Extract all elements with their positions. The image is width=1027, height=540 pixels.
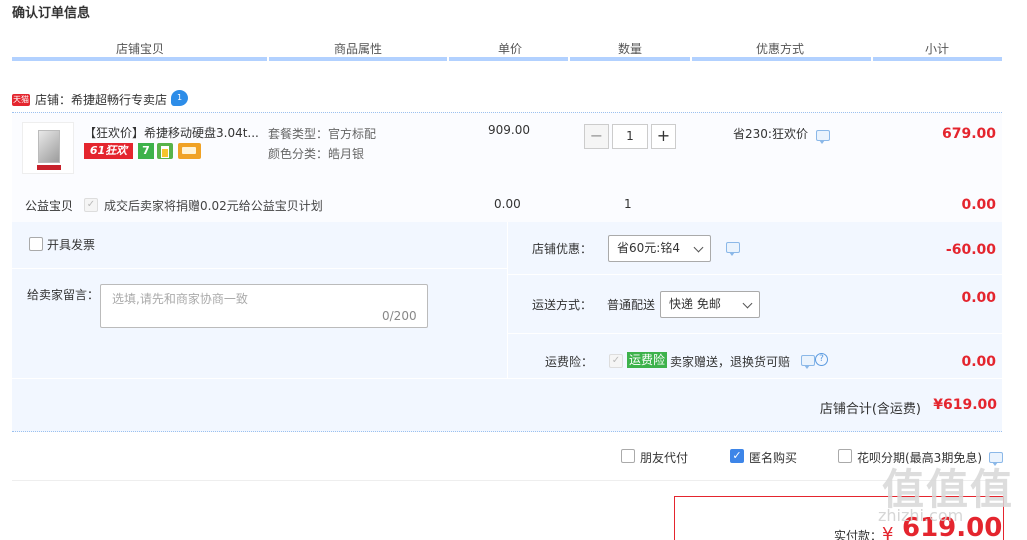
invoice-label[interactable]: 开具发票 — [47, 236, 95, 253]
promo-61-badge: 61狂欢 — [84, 143, 133, 159]
item-top-divider — [12, 112, 1002, 113]
huabei-installment-checkbox[interactable] — [838, 449, 852, 463]
insurance-amount: 0.00 — [961, 354, 996, 370]
insurance-text: 卖家赠送，退换货可赔 — [670, 355, 791, 369]
guarantee-badge-icon — [157, 143, 173, 159]
product-package-attr: 套餐类型：官方标配 — [268, 127, 377, 141]
friend-pay-label[interactable]: 朋友代付 — [640, 449, 688, 466]
options-divider — [508, 333, 1002, 334]
quantity-plus-button[interactable]: + — [651, 124, 676, 149]
insurance-tag: 运费险 — [627, 352, 668, 368]
shop-discount-label: 店铺优惠： — [532, 242, 593, 256]
shop-name-link[interactable]: 店铺：希捷超畅行专卖店 — [35, 91, 167, 108]
options-vertical-divider — [507, 222, 508, 378]
insurance-checkbox: ✓ — [609, 354, 623, 368]
bottom-divider — [12, 480, 1002, 481]
comment-icon[interactable] — [726, 242, 740, 256]
unit-price: 909.00 — [488, 123, 530, 137]
options-divider — [12, 268, 507, 269]
invoice-checkbox[interactable] — [29, 237, 43, 251]
charity-qty: 1 — [624, 197, 632, 211]
wangwang-chat-icon[interactable]: 1 — [171, 90, 188, 106]
comment-icon[interactable] — [801, 355, 815, 369]
quantity-minus-button[interactable]: − — [584, 124, 609, 149]
watermark-url: zhizhi.com — [878, 506, 964, 525]
product-title-link[interactable]: 【狂欢价】希捷移动硬盘3.04t... — [84, 124, 262, 141]
item-subtotal: 679.00 — [941, 126, 996, 142]
total-divider — [12, 431, 1002, 432]
shipping-amount: 0.00 — [961, 290, 996, 306]
shop-discount-amount: -60.00 — [945, 242, 996, 258]
seven-day-return-badge: 7 — [138, 143, 154, 159]
message-label: 给卖家留言： — [27, 288, 100, 302]
column-header-shop-item: 店铺宝贝 — [115, 42, 164, 56]
shop-total-value: ¥619.00 — [933, 397, 997, 413]
page-title: 确认订单信息 — [12, 6, 91, 21]
payment-label: 实付款： — [834, 529, 883, 540]
comment-icon[interactable] — [816, 130, 830, 144]
charity-price: 0.00 — [494, 197, 521, 211]
seller-message-placeholder: 选填,请先和商家协商一致 — [112, 292, 248, 306]
quantity-input[interactable]: 1 — [612, 124, 648, 149]
shop-discount-select[interactable]: 省60元:铭4 — [608, 235, 711, 262]
shipping-method-select[interactable]: 快递 免邮 — [660, 291, 760, 318]
credit-card-badge-icon — [178, 143, 201, 159]
column-header-quantity: 数量 — [617, 42, 642, 56]
product-color-attr: 颜色分类：皓月银 — [268, 147, 365, 161]
anonymous-purchase-label[interactable]: 匿名购买 — [749, 449, 797, 466]
help-icon[interactable]: ? — [815, 353, 828, 366]
shipping-label: 运送方式： — [532, 298, 593, 312]
chevron-down-icon — [742, 298, 753, 309]
payment-currency: ¥ — [882, 524, 894, 540]
anonymous-purchase-checkbox[interactable]: ✓ — [730, 449, 744, 463]
chevron-down-icon — [693, 242, 704, 253]
column-header-discount: 优惠方式 — [755, 42, 804, 56]
shipping-type: 普通配送 — [607, 298, 656, 312]
column-header-attributes: 商品属性 — [333, 42, 382, 56]
charity-checkbox: ✓ — [84, 198, 98, 212]
options-divider — [12, 378, 1002, 379]
product-thumbnail[interactable] — [22, 122, 74, 174]
charity-text: 成交后卖家将捐赠0.02元给公益宝贝计划 — [104, 199, 323, 213]
column-header-unit-price: 单价 — [497, 42, 522, 56]
shipping-method-value: 快递 免邮 — [669, 297, 721, 311]
friend-pay-checkbox[interactable] — [621, 449, 635, 463]
tmall-badge: 天猫 — [12, 94, 30, 106]
item-promo-text: 省230:狂欢价 — [733, 127, 808, 141]
column-header-subtotal: 小计 — [924, 42, 949, 56]
message-char-count: 0/200 — [382, 309, 417, 323]
shop-total-label: 店铺合计(含运费) — [819, 402, 921, 417]
insurance-label: 运费险： — [545, 355, 594, 369]
charity-label: 公益宝贝 — [25, 199, 74, 213]
options-divider — [508, 274, 1002, 275]
header-underline — [12, 57, 1002, 61]
charity-subtotal: 0.00 — [961, 197, 996, 213]
shop-discount-value: 省60元:铭4 — [617, 241, 680, 255]
